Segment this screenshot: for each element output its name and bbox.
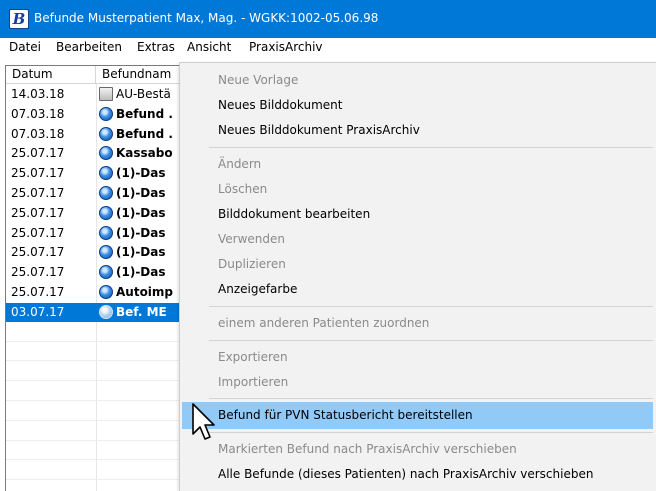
row-befundname: Befund .: [116, 106, 173, 121]
context-menu: Neue Vorlage Neues Bilddokument Neues Bi…: [179, 62, 656, 491]
table-row[interactable]: 25.07.17 (1)-Das: [6, 164, 196, 183]
empty-row: [6, 441, 196, 461]
empty-row: [6, 422, 196, 441]
menu-item-markierten-befund-verschieben[interactable]: Markierten Befund nach PraxisArchiv vers…: [218, 442, 517, 456]
menu-separator: [209, 340, 653, 341]
row-date: 07.03.18: [11, 126, 65, 141]
table-row[interactable]: 14.03.18 AU-Bestä: [6, 85, 196, 104]
document-icon: [99, 87, 113, 101]
menu-item-neues-bilddokument[interactable]: Neues Bilddokument: [218, 98, 342, 112]
row-befundname: (1)-Das: [116, 166, 166, 181]
table-row[interactable]: 25.07.17 (1)-Das: [6, 263, 196, 282]
empty-row: [6, 402, 196, 421]
menu-item-anzeigefarbe[interactable]: Anzeigefarbe: [218, 282, 297, 296]
menu-item-bilddokument-bearbeiten[interactable]: Bilddokument bearbeiten: [218, 207, 370, 221]
table-row[interactable]: 25.07.17 (1)-Das: [6, 184, 196, 203]
row-date: 25.07.17: [11, 166, 65, 181]
befund-icon: [99, 106, 113, 121]
menu-separator: [209, 398, 653, 399]
row-befundname: (1)-Das: [116, 205, 166, 220]
app-logo-icon[interactable]: B: [9, 9, 29, 29]
menu-extras[interactable]: Extras: [137, 40, 175, 54]
menu-item-exportieren[interactable]: Exportieren: [218, 350, 288, 364]
row-date: 03.07.17: [11, 304, 65, 319]
row-befundname: (1)-Das: [116, 186, 166, 200]
table-row[interactable]: 07.03.18 Befund .: [6, 105, 196, 124]
menu-item-neues-bilddokument-praxisarchiv[interactable]: Neues Bilddokument PraxisArchiv: [218, 123, 420, 137]
befund-icon: [99, 245, 113, 260]
befund-icon: [99, 146, 113, 161]
menu-item-alle-befunde-verschieben[interactable]: Alle Befunde (dieses Patienten) nach Pra…: [218, 467, 593, 481]
row-befundname: Kassabo: [116, 146, 173, 161]
befund-icon: [99, 186, 113, 200]
befund-icon: [99, 304, 113, 319]
table-row[interactable]: 25.07.17 (1)-Das: [6, 224, 196, 243]
row-befundname: Autoimp: [116, 285, 174, 299]
menu-item-verwenden[interactable]: Verwenden: [218, 232, 285, 246]
menu-praxisarchiv[interactable]: PraxisArchiv: [249, 40, 323, 54]
title-bar: B Befunde Musterpatient Max, Mag. - WGKK…: [0, 0, 656, 38]
empty-row: [6, 461, 196, 481]
table-row[interactable]: 25.07.17 Kassabo: [6, 144, 196, 163]
menu-item-neue-vorlage[interactable]: Neue Vorlage: [218, 73, 298, 87]
row-befundname: Bef. ME: [116, 304, 167, 319]
row-befundname: AU-Bestä: [116, 87, 171, 101]
empty-row: [6, 382, 196, 401]
row-befundname: (1)-Das: [116, 245, 166, 260]
table-row[interactable]: 25.07.17 (1)-Das: [6, 243, 196, 262]
menu-separator: [209, 306, 653, 307]
row-befundname: Befund .: [116, 126, 173, 141]
menu-ansicht[interactable]: Ansicht: [187, 40, 231, 54]
column-header-datum[interactable]: Datum: [6, 66, 96, 84]
empty-row: [6, 362, 196, 382]
table-row[interactable]: 25.07.17 Autoimp: [6, 283, 196, 302]
row-befundname: (1)-Das: [116, 265, 166, 280]
menu-item-anderen-patienten-zuordnen[interactable]: einem anderen Patienten zuordnen: [218, 316, 429, 330]
row-date: 07.03.18: [11, 106, 65, 121]
menu-separator: [209, 432, 653, 433]
empty-row: [6, 481, 196, 491]
befund-icon: [99, 166, 113, 181]
menu-item-loeschen[interactable]: Löschen: [218, 182, 267, 196]
row-date: 25.07.17: [11, 186, 65, 200]
empty-row: [6, 323, 196, 342]
menu-datei[interactable]: Datei: [9, 40, 41, 54]
table-row[interactable]: 03.07.17 Bef. ME: [6, 302, 196, 322]
row-date: 25.07.17: [11, 265, 65, 280]
row-date: 14.03.18: [11, 87, 65, 101]
menu-bar: Datei Bearbeiten Extras Ansicht PraxisAr…: [0, 38, 656, 58]
table-row[interactable]: 07.03.18 Befund .: [6, 125, 196, 144]
befund-icon: [99, 285, 113, 299]
row-date: 25.07.17: [11, 285, 65, 299]
befund-icon: [99, 265, 113, 280]
row-befundname: (1)-Das: [116, 225, 166, 240]
menu-bearbeiten[interactable]: Bearbeiten: [56, 40, 122, 54]
row-date: 25.07.17: [11, 146, 65, 161]
menu-item-duplizieren[interactable]: Duplizieren: [218, 257, 286, 271]
befund-icon: [99, 126, 113, 141]
befund-icon: [99, 225, 113, 240]
menu-item-aendern[interactable]: Ändern: [218, 157, 261, 171]
row-date: 25.07.17: [11, 225, 65, 240]
menu-item-importieren[interactable]: Importieren: [218, 375, 288, 389]
row-date: 25.07.17: [11, 245, 65, 260]
menu-item-befund-pvn-statusbericht[interactable]: Befund für PVN Statusbericht bereitstell…: [218, 408, 473, 422]
menu-separator: [209, 147, 653, 148]
befund-icon: [99, 205, 113, 220]
table-row[interactable]: 25.07.17 (1)-Das: [6, 204, 196, 223]
empty-row: [6, 342, 196, 362]
window-title: Befunde Musterpatient Max, Mag. - WGKK:1…: [34, 11, 379, 25]
row-date: 25.07.17: [11, 205, 65, 220]
mouse-pointer-icon: [192, 403, 215, 440]
